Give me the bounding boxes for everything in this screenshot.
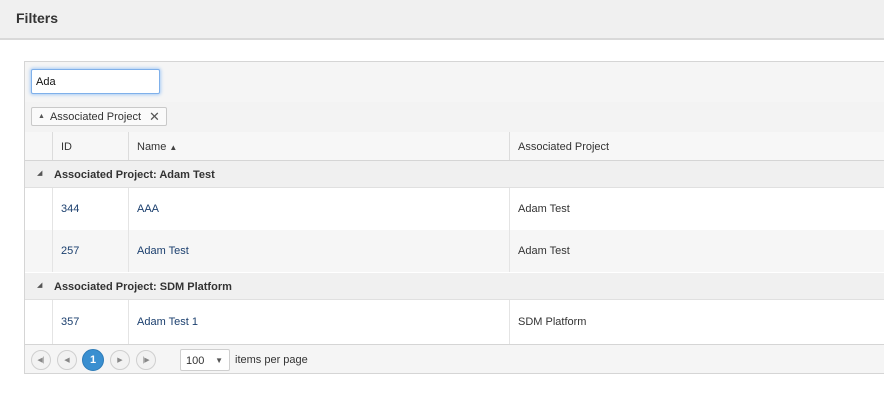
group-label: Associated Project: Adam Test	[54, 169, 215, 181]
grouping-header: ▲ Associated Project ✕	[25, 102, 884, 133]
page-size-select[interactable]: 100 ▼	[180, 349, 230, 371]
previous-page-icon: ◀	[64, 357, 70, 364]
column-header-name-label: Name	[137, 141, 167, 153]
next-page-icon: ▶	[117, 357, 123, 364]
close-icon[interactable]: ✕	[149, 110, 160, 123]
first-page-button[interactable]: ◀|	[31, 350, 51, 370]
hierarchy-cell	[25, 230, 52, 272]
first-page-icon: ◀|	[37, 357, 45, 364]
chevron-down-icon: ▼	[215, 356, 223, 365]
cell-project: Adam Test	[509, 188, 884, 230]
items-per-page-label: items per page	[235, 354, 308, 366]
cell-id: 357	[52, 300, 128, 344]
table-row[interactable]: 257 Adam Test Adam Test	[25, 230, 884, 272]
hierarchy-cell	[25, 188, 52, 230]
cell-name: Adam Test 1	[128, 300, 509, 344]
current-page-button[interactable]: 1	[82, 349, 104, 371]
table-row[interactable]: 357 Adam Test 1 SDM Platform	[25, 300, 884, 344]
cell-project: SDM Platform	[509, 300, 884, 344]
last-page-button[interactable]: |▶	[136, 350, 156, 370]
cell-project: Adam Test	[509, 230, 884, 272]
search-input[interactable]	[31, 69, 160, 94]
group-chip-label: Associated Project	[49, 110, 142, 123]
collapse-group-icon[interactable]: ◢	[37, 281, 42, 289]
cell-id: 257	[52, 230, 128, 272]
data-grid: ▲ Associated Project ✕ ID Name▲ Associat…	[24, 61, 884, 374]
page-size-value: 100	[186, 355, 205, 367]
column-header-id-label: ID	[61, 141, 72, 153]
group-label: Associated Project: SDM Platform	[54, 281, 232, 293]
table-header: ID Name ▲ Associated Project	[25, 132, 884, 161]
column-header-name[interactable]: Name ▲	[128, 132, 509, 160]
sort-ascending-icon: ▲	[169, 143, 178, 152]
group-row: ◢ Associated Project: Adam Test	[25, 161, 884, 188]
collapse-group-icon[interactable]: ◢	[37, 169, 42, 177]
panel-header: Filters	[0, 0, 884, 40]
table-row[interactable]: 344 AAA Adam Test	[25, 188, 884, 230]
hierarchy-cell	[25, 300, 52, 344]
column-header-id[interactable]: ID	[52, 132, 128, 160]
group-chip-associated-project[interactable]: ▲ Associated Project ✕	[31, 107, 167, 126]
header-hierarchy-cell	[25, 132, 52, 160]
grid-toolbar	[25, 62, 884, 103]
next-page-button[interactable]: ▶	[110, 350, 130, 370]
pager: ◀| ◀ 1 ▶ |▶ 100 ▼ items per page	[25, 344, 884, 373]
last-page-icon: |▶	[142, 357, 150, 364]
cell-name: AAA	[128, 188, 509, 230]
column-header-associated-project[interactable]: Associated Project	[509, 132, 884, 160]
cell-id: 344	[52, 188, 128, 230]
column-header-project-label: Associated Project	[518, 141, 610, 153]
cell-name: Adam Test	[128, 230, 509, 272]
panel-title: Filters	[16, 10, 59, 26]
arrow-up-icon[interactable]: ▲	[38, 113, 45, 120]
previous-page-button[interactable]: ◀	[57, 350, 77, 370]
group-row: ◢ Associated Project: SDM Platform	[25, 273, 884, 300]
